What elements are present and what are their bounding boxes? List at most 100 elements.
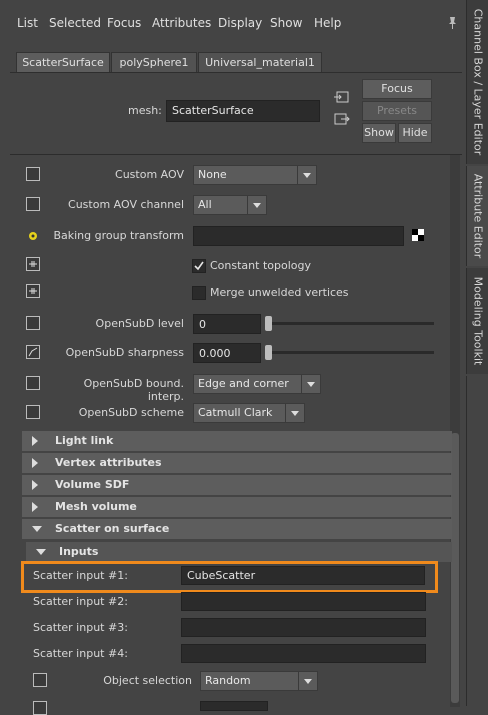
dock-empty: [466, 376, 488, 706]
dock-tab-label: Modeling Toolkit: [471, 276, 485, 366]
menu-show[interactable]: Show: [270, 16, 302, 30]
chevron-down-icon: [285, 404, 304, 422]
map-button-icon[interactable]: [33, 701, 47, 715]
collapse-arrow-icon: [36, 549, 46, 555]
scatter-input-4-field[interactable]: [181, 644, 426, 663]
attribute-panel: Custom AOV None Custom AOV channel All B…: [10, 154, 462, 715]
show-button[interactable]: Show: [362, 123, 396, 143]
opensubd-level-slider[interactable]: [268, 322, 434, 325]
scrollbar-thumb[interactable]: [451, 433, 459, 703]
menu-display[interactable]: Display: [218, 16, 262, 30]
opensubd-scheme-label: OpenSubD scheme: [78, 406, 184, 419]
object-selection-dropdown[interactable]: Random: [200, 671, 318, 691]
map-button-icon[interactable]: [26, 167, 40, 181]
map-button-icon[interactable]: [26, 316, 40, 330]
custom-aov-channel-value: All: [198, 198, 212, 211]
custom-aov-channel-label: Custom AOV channel: [68, 198, 184, 211]
pin-toggle-icon[interactable]: [26, 284, 40, 298]
hide-button[interactable]: Hide: [398, 123, 432, 143]
presets-button[interactable]: Presets: [362, 101, 432, 121]
opensubd-bound-label: OpenSubD bound. interp.: [83, 377, 184, 403]
mesh-name-field[interactable]: ScatterSurface: [166, 100, 320, 122]
map-button-icon[interactable]: [33, 673, 47, 687]
dock-tab-attribute-editor[interactable]: Attribute Editor: [466, 166, 488, 266]
tab-polysphere1[interactable]: polySphere1: [111, 52, 197, 72]
section-volume-sdf[interactable]: Volume SDF: [22, 475, 452, 495]
expand-arrow-icon: [32, 436, 38, 446]
baking-group-field[interactable]: [193, 226, 404, 246]
opensubd-level-slider-handle[interactable]: [265, 316, 272, 331]
opensubd-scheme-value: Catmull Clark: [198, 406, 273, 419]
expand-arrow-icon: [32, 502, 38, 512]
section-title: Mesh volume: [55, 500, 137, 513]
constant-topology-label: Constant topology: [210, 259, 311, 272]
custom-aov-label: Custom AOV: [115, 168, 184, 181]
opensubd-level-label: OpenSubD level: [95, 317, 184, 330]
baking-group-label: Baking group transform: [53, 229, 184, 242]
menu-focus[interactable]: Focus: [107, 16, 141, 30]
merge-unwelded-checkbox[interactable]: [192, 286, 206, 300]
merge-unwelded-label: Merge unwelded vertices: [210, 286, 349, 299]
constant-topology-checkbox[interactable]: [192, 259, 206, 273]
checkmark-icon: [194, 261, 204, 271]
scatter-input-3-label: Scatter input #3:: [33, 621, 128, 634]
section-scatter-on-surface[interactable]: Scatter on surface: [22, 519, 452, 539]
dock-tab-channel-box[interactable]: Channel Box / Layer Editor: [466, 0, 488, 164]
pin-toggle-icon[interactable]: [26, 257, 40, 271]
scatter-input-4-label: Scatter input #4:: [33, 647, 128, 660]
section-title: Scatter on surface: [55, 522, 170, 535]
menu-selected[interactable]: Selected: [49, 16, 101, 30]
map-button-icon[interactable]: [26, 376, 40, 390]
menu-help[interactable]: Help: [314, 16, 341, 30]
dock-tab-label: Attribute Editor: [471, 173, 485, 259]
custom-aov-channel-dropdown[interactable]: All: [193, 195, 267, 215]
mesh-label: mesh:: [128, 104, 162, 117]
menu-attributes[interactable]: Attributes: [152, 16, 211, 30]
expand-arrow-icon: [32, 480, 38, 490]
load-input-icon[interactable]: [334, 90, 350, 104]
scatter-input-3-field[interactable]: [181, 618, 426, 637]
section-title: Light link: [55, 434, 114, 447]
section-mesh-volume[interactable]: Mesh volume: [22, 497, 452, 517]
next-field[interactable]: [200, 701, 268, 711]
menu-bar: List Selected Focus Attributes Display S…: [0, 0, 466, 46]
opensubd-bound-dropdown[interactable]: Edge and corner: [193, 374, 321, 394]
scatter-input-2-field[interactable]: [181, 592, 426, 611]
tab-universal-material1[interactable]: Universal_material1: [198, 52, 322, 72]
node-tabs: ScatterSurface polySphere1 Universal_mat…: [10, 50, 462, 73]
opensubd-level-field[interactable]: 0: [193, 314, 261, 334]
dock-tab-label: Channel Box / Layer Editor: [471, 8, 485, 156]
graph-ramp-icon[interactable]: [26, 345, 40, 359]
load-output-icon[interactable]: [334, 112, 350, 126]
custom-aov-value: None: [198, 168, 227, 181]
object-selection-label: Object selection: [103, 674, 192, 687]
custom-aov-dropdown[interactable]: None: [193, 165, 317, 185]
scatter-input-2-label: Scatter input #2:: [33, 595, 128, 608]
opensubd-sharpness-slider[interactable]: [268, 351, 434, 354]
checker-map-icon[interactable]: [412, 229, 424, 241]
menu-list[interactable]: List: [17, 16, 38, 30]
object-selection-value: Random: [205, 674, 251, 687]
section-title: Volume SDF: [55, 478, 130, 491]
opensubd-bound-value: Edge and corner: [198, 377, 289, 390]
section-vertex-attributes[interactable]: Vertex attributes: [22, 453, 452, 473]
opensubd-sharpness-field[interactable]: 0.000: [193, 343, 261, 363]
pin-icon[interactable]: [446, 16, 458, 30]
chevron-down-icon: [247, 196, 266, 214]
dock-tab-modeling-toolkit[interactable]: Modeling Toolkit: [466, 268, 488, 374]
section-light-link[interactable]: Light link: [22, 431, 452, 451]
chevron-down-icon: [298, 672, 317, 690]
map-button-icon[interactable]: [26, 197, 40, 211]
connection-dot-icon[interactable]: [27, 230, 39, 242]
opensubd-scheme-dropdown[interactable]: Catmull Clark: [193, 403, 305, 423]
opensubd-sharpness-slider-handle[interactable]: [265, 345, 272, 360]
section-inputs[interactable]: Inputs: [26, 542, 452, 562]
tab-scattersurface[interactable]: ScatterSurface: [16, 52, 110, 72]
section-title: Inputs: [59, 545, 99, 558]
focus-button[interactable]: Focus: [362, 79, 432, 99]
section-title: Vertex attributes: [55, 456, 162, 469]
chevron-down-icon: [297, 166, 316, 184]
map-button-icon[interactable]: [26, 405, 40, 419]
opensubd-sharpness-label: OpenSubD sharpness: [65, 346, 184, 359]
expand-arrow-icon: [32, 458, 38, 468]
